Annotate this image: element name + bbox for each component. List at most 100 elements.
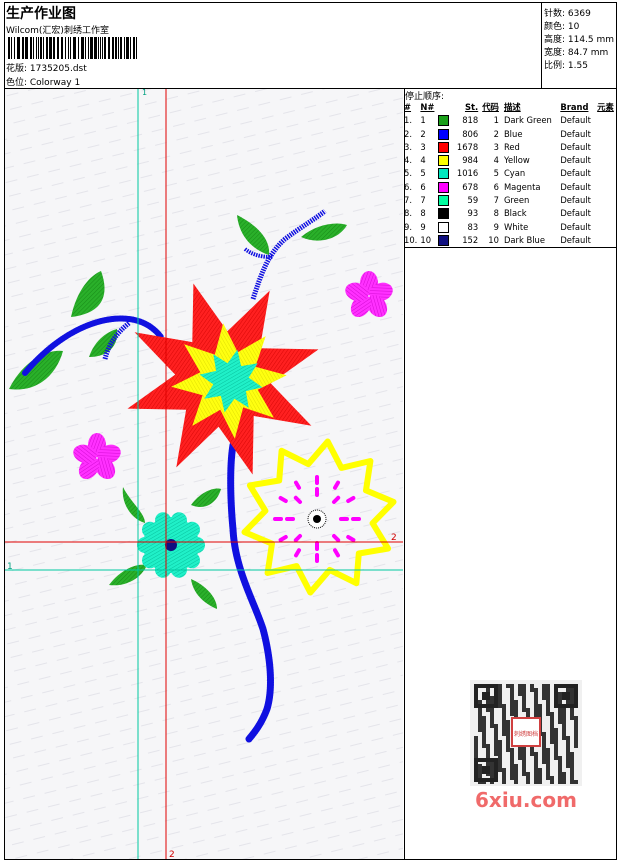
row-description: Magenta (503, 181, 541, 192)
row-brand: Default (560, 234, 591, 245)
row-brand: Default (560, 155, 591, 166)
row-element (597, 181, 620, 194)
stitch-count: 针数: 6369 (544, 9, 591, 19)
color-swatch (437, 181, 449, 193)
row-stitches: 818 (462, 115, 479, 126)
stop-sequence-row: 8. 8 93 8 Black Default (404, 207, 620, 220)
row-stitches: 83 (467, 221, 479, 232)
header-description: 描述 (503, 102, 521, 112)
stats-divider (541, 2, 542, 89)
seal-text: 刺绣图档 (514, 730, 538, 738)
row-description: Dark Blue (503, 234, 546, 245)
canvas-texture (5, 89, 403, 859)
row-code: 3 (493, 141, 499, 152)
row-stitches: 1016 (456, 168, 479, 179)
row-index: 5. (404, 168, 412, 179)
stop-sequence-row: 1. 1 818 1 Dark Green Default (404, 114, 620, 127)
color-swatch (437, 115, 449, 127)
row-color-swatch (437, 154, 450, 167)
design-file-name: 花版: 1735205.dst (6, 64, 87, 74)
row-index: 4. (404, 155, 412, 166)
color-count: 颜色: 10 (544, 22, 580, 32)
row-code: 6 (493, 181, 499, 192)
header-brand: Brand (560, 102, 589, 112)
row-color-swatch (437, 194, 450, 207)
row-element (597, 154, 620, 167)
guide-label-h1: 1 (7, 562, 13, 572)
guide-label-v2: 2 (169, 850, 175, 859)
row-stitches: 152 (462, 234, 479, 245)
stop-sequence-row: 3. 3 1678 3 Red Default (404, 141, 620, 154)
stop-sequence-row: 2. 2 806 2 Blue Default (404, 128, 620, 141)
row-brand: Default (560, 168, 591, 179)
row-code: 9 (493, 221, 499, 232)
row-number: 10 (420, 234, 432, 245)
cyan-flower-core (165, 539, 177, 551)
row-index: 9. (404, 221, 412, 232)
row-number: 7 (420, 195, 426, 206)
colorway-label: 色位: Colorway 1 (6, 78, 81, 88)
stop-sequence-body: 1. 1 818 1 Dark Green Default 2. 2 806 2 Blue Defau… (404, 114, 620, 247)
color-swatch (437, 208, 449, 220)
color-swatch (437, 234, 449, 246)
header-swatch (438, 101, 450, 114)
row-code: 8 (493, 208, 499, 219)
production-worksheet: 生产作业图 Wilcom(汇宏)刺绣工作室 花版: 1735205.dst 色位… (0, 0, 620, 861)
row-code: 2 (493, 128, 499, 139)
studio-name: Wilcom(汇宏)刺绣工作室 (6, 26, 109, 36)
row-stitches: 678 (462, 181, 479, 192)
row-description: Green (503, 195, 530, 206)
row-index: 10. (404, 234, 418, 245)
row-element (597, 194, 620, 207)
header-code: 代码 (482, 102, 499, 112)
row-number: 3 (420, 141, 426, 152)
row-element (597, 141, 620, 154)
row-number: 2 (420, 128, 426, 139)
header-stitches: St. (464, 102, 479, 112)
header-number: N# (420, 102, 435, 112)
watermark-site: 6xiu.com (475, 788, 577, 812)
color-swatch (437, 168, 449, 180)
embroidery-design: 1 2 1 2 (5, 89, 403, 859)
row-index: 1. (404, 115, 412, 126)
row-brand: Default (560, 221, 591, 232)
stop-sequence-row: 9. 9 83 9 White Default (404, 221, 620, 234)
stop-sequence-row: 5. 5 1016 5 Cyan Default (404, 167, 620, 180)
row-color-swatch (437, 207, 450, 220)
row-stitches: 984 (462, 155, 479, 166)
row-description: Dark Green (503, 115, 552, 126)
page-title: 生产作业图 (6, 6, 76, 22)
row-element (597, 234, 620, 247)
color-swatch (437, 128, 449, 140)
stop-sequence-row: 10. 10 152 10 Dark Blue Default (404, 234, 620, 247)
row-color-swatch (437, 181, 450, 194)
row-element (597, 114, 620, 127)
stop-sequence-row: 6. 6 678 6 Magenta Default (404, 181, 620, 194)
row-number: 9 (420, 221, 426, 232)
row-stitches: 806 (462, 128, 479, 139)
row-brand: Default (560, 128, 591, 139)
row-description: Red (503, 141, 520, 152)
row-color-swatch (437, 234, 450, 247)
row-element (597, 207, 620, 220)
row-color-swatch (437, 167, 450, 180)
color-swatch (437, 221, 449, 233)
row-description: Black (503, 208, 527, 219)
flower-center-core (313, 515, 321, 523)
barcode (8, 37, 137, 59)
header-element: 元素 (597, 102, 614, 112)
row-description: Cyan (503, 168, 526, 179)
stop-sequence-table: # N# St. 代码 描述 Brand 元素 1. 1 818 1 Dark Gree… (404, 101, 620, 247)
row-code: 7 (493, 195, 499, 206)
row-description: Blue (503, 128, 523, 139)
row-index: 6. (404, 181, 412, 192)
row-element (597, 128, 620, 141)
row-number: 5 (420, 168, 426, 179)
header-index: # (404, 102, 412, 112)
guide-label-h2: 2 (391, 533, 397, 543)
design-scale: 比例: 1.55 (544, 61, 588, 71)
row-code: 1 (493, 115, 499, 126)
row-number: 4 (420, 155, 426, 166)
row-code: 10 (488, 234, 499, 245)
qr-code: 刺绣图档 (470, 680, 582, 786)
